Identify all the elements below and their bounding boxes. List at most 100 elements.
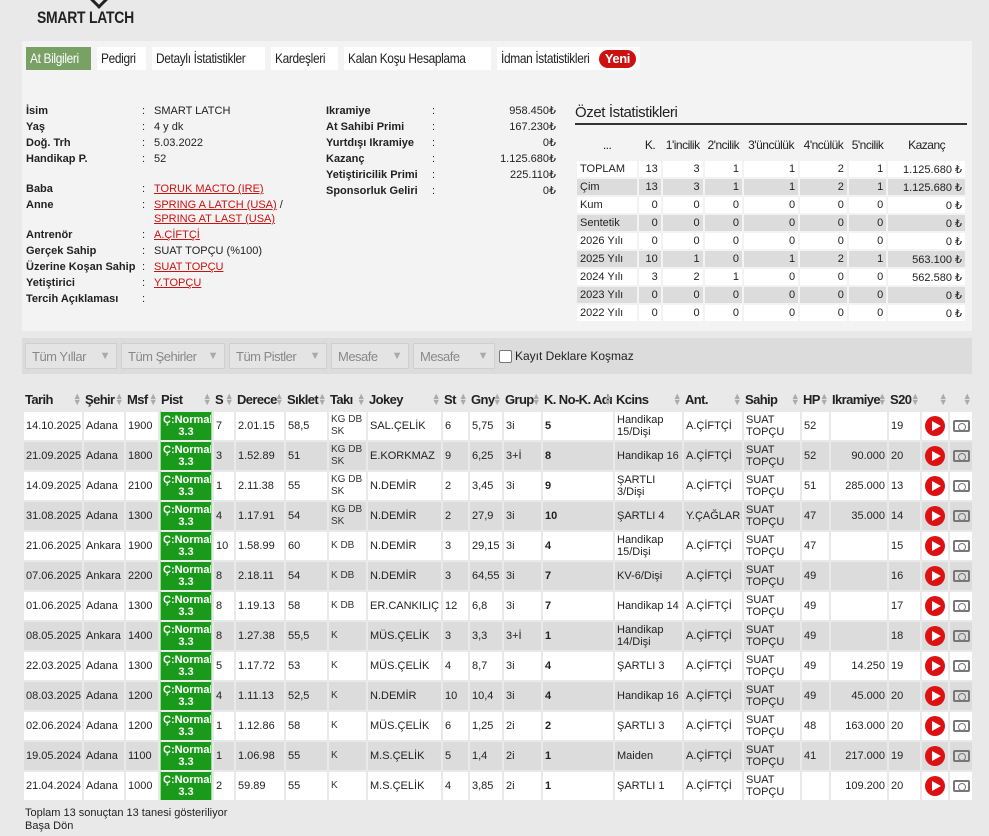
column-header-msf[interactable]: Msf ▲ ▼ <box>126 388 158 410</box>
play-video-icon[interactable] <box>925 776 945 796</box>
play-video-icon[interactable] <box>925 686 945 706</box>
declared-checkbox-label[interactable]: Kayıt Deklare Koşmaz <box>499 349 634 363</box>
sort-arrows-icon[interactable]: ▲ ▼ <box>939 392 948 407</box>
column-header-k-no-k-ad[interactable]: K. No-K. Adı ▲ ▼ <box>543 388 613 410</box>
cell-jockey[interactable]: MÜS.ÇELİK <box>368 650 441 680</box>
sort-arrows-icon[interactable]: ▲ ▼ <box>493 392 502 407</box>
play-video-icon[interactable] <box>925 626 945 646</box>
camera-photo-icon[interactable] <box>952 450 970 462</box>
cell-race-type[interactable]: Handikap 14/Dişi <box>615 620 682 650</box>
info-link[interactable]: SPRING A LATCH (USA) <box>154 199 277 211</box>
tab-detayl-i-statistikler[interactable]: Detaylı İstatistikler <box>152 47 266 70</box>
column-header-ant[interactable]: Ant. ▲ ▼ <box>684 388 742 410</box>
cell-race-type[interactable]: ŞARTLI 3/Dişi <box>615 470 682 500</box>
cell-jockey[interactable]: N.DEMİR <box>368 530 441 560</box>
cell-race-type[interactable]: Handikap 15/Dişi <box>615 530 682 560</box>
column-header-gny[interactable]: Gny ▲ ▼ <box>470 388 502 410</box>
cell-jockey[interactable]: N.DEMİR <box>368 560 441 590</box>
camera-photo-icon[interactable] <box>952 660 970 672</box>
filter-select-t-m-ehirler[interactable]: Tüm Şehirler ▼ <box>121 343 225 369</box>
column-header-action-19[interactable]: ▲ ▼ <box>922 388 948 410</box>
info-link[interactable]: TORUK MACTO (IRE) <box>154 183 264 195</box>
camera-photo-icon[interactable] <box>952 600 970 612</box>
camera-photo-icon[interactable] <box>952 570 970 582</box>
camera-photo-icon[interactable] <box>952 540 970 552</box>
play-video-icon[interactable] <box>925 446 945 466</box>
play-video-icon[interactable] <box>925 476 945 496</box>
tab-kalan-ko-u-hesaplama[interactable]: Kalan Koşu Hesaplama <box>344 47 491 70</box>
sort-arrows-icon[interactable]: ▲ ▼ <box>432 392 441 407</box>
tab-pedigri[interactable]: Pedigri <box>97 47 147 70</box>
info-link[interactable]: SUAT TOPÇU <box>154 261 223 273</box>
column-header-derece[interactable]: Derece ▲ ▼ <box>236 388 284 410</box>
sort-arrows-icon[interactable]: ▲ ▼ <box>115 392 124 407</box>
cell-jockey[interactable]: E.KORKMAZ <box>368 440 441 470</box>
play-video-icon[interactable] <box>925 416 945 436</box>
info-link[interactable]: Y.TOPÇU <box>154 277 201 289</box>
column-header-tarih[interactable]: Tarih ▲ ▼ <box>24 388 82 410</box>
declared-checkbox[interactable] <box>499 349 512 363</box>
camera-photo-icon[interactable] <box>952 630 970 642</box>
back-to-top-link[interactable]: Başa Dön <box>25 820 73 832</box>
column-header-ehir[interactable]: Şehir ▲ ▼ <box>84 388 124 410</box>
cell-race-type[interactable]: ŞARTLI 1 <box>615 770 682 800</box>
camera-photo-icon[interactable] <box>952 510 970 522</box>
cell-jockey[interactable]: N.DEMİR <box>368 470 441 500</box>
play-video-icon[interactable] <box>925 596 945 616</box>
cell-race-type[interactable]: Maiden <box>615 740 682 770</box>
cell-race-type[interactable]: Handikap 16 <box>615 680 682 710</box>
sort-arrows-icon[interactable]: ▲ ▼ <box>963 392 972 407</box>
tab-karde-leri[interactable]: Kardeşleri <box>271 47 339 70</box>
cell-jockey[interactable]: N.DEMİR <box>368 500 441 530</box>
tab-at-bilgileri[interactable]: At Bilgileri <box>26 47 92 70</box>
column-header-sahip[interactable]: Sahip ▲ ▼ <box>744 388 800 410</box>
cell-jockey[interactable]: N.DEMİR <box>368 680 441 710</box>
column-header-tak[interactable]: Takı ▲ ▼ <box>329 388 366 410</box>
column-header-s[interactable]: S ▲ ▼ <box>214 388 234 410</box>
filter-select-mesafe[interactable]: Mesafe ▼ <box>331 343 409 369</box>
cell-race-type[interactable]: ŞARTLI 4 <box>615 500 682 530</box>
sort-arrows-icon[interactable]: ▲ ▼ <box>225 392 234 407</box>
column-header-ikramiye[interactable]: Ikramiye ▲ ▼ <box>831 388 887 410</box>
play-video-icon[interactable] <box>925 746 945 766</box>
camera-photo-icon[interactable] <box>952 750 970 762</box>
column-header-s-klet[interactable]: Sıklet ▲ ▼ <box>286 388 327 410</box>
sort-arrows-icon[interactable]: ▲ ▼ <box>911 392 920 407</box>
sort-arrows-icon[interactable]: ▲ ▼ <box>532 392 541 407</box>
sort-arrows-icon[interactable]: ▲ ▼ <box>149 392 158 407</box>
sort-arrows-icon[interactable]: ▲ ▼ <box>459 392 468 407</box>
sort-arrows-icon[interactable]: ▲ ▼ <box>791 392 800 407</box>
column-header-grup[interactable]: Grup ▲ ▼ <box>504 388 541 410</box>
info-link[interactable]: SPRING AT LAST (USA) <box>154 213 275 225</box>
filter-select-t-m-pistler[interactable]: Tüm Pistler ▼ <box>229 343 327 369</box>
column-header-pist[interactable]: Pist ▲ ▼ <box>160 388 212 410</box>
play-video-icon[interactable] <box>925 506 945 526</box>
column-header-hp[interactable]: HP ▲ ▼ <box>802 388 829 410</box>
play-video-icon[interactable] <box>925 656 945 676</box>
cell-jockey[interactable]: MÜS.ÇELİK <box>368 620 441 650</box>
camera-photo-icon[interactable] <box>952 780 970 792</box>
column-header-s20[interactable]: S20 ▲ ▼ <box>889 388 920 410</box>
camera-photo-icon[interactable] <box>952 420 970 432</box>
column-header-kcins[interactable]: Kcins ▲ ▼ <box>615 388 682 410</box>
column-header-jokey[interactable]: Jokey ▲ ▼ <box>368 388 441 410</box>
cell-race-type[interactable]: Handikap 15/Dişi <box>615 410 682 440</box>
sort-arrows-icon[interactable]: ▲ ▼ <box>733 392 742 407</box>
sort-arrows-icon[interactable]: ▲ ▼ <box>203 392 212 407</box>
sort-arrows-icon[interactable]: ▲ ▼ <box>318 392 327 407</box>
cell-jockey[interactable]: MÜS.ÇELİK <box>368 710 441 740</box>
sort-arrows-icon[interactable]: ▲ ▼ <box>275 392 284 407</box>
camera-photo-icon[interactable] <box>952 720 970 732</box>
camera-photo-icon[interactable] <box>952 480 970 492</box>
sort-arrows-icon[interactable]: ▲ ▼ <box>604 392 613 407</box>
sort-arrows-icon[interactable]: ▲ ▼ <box>357 392 366 407</box>
cell-jockey[interactable]: M.S.ÇELİK <box>368 740 441 770</box>
play-video-icon[interactable] <box>925 536 945 556</box>
filter-select-t-m-y-llar[interactable]: Tüm Yıllar ▼ <box>25 343 117 369</box>
sort-arrows-icon[interactable]: ▲ ▼ <box>878 392 887 407</box>
cell-jockey[interactable]: SAL.ÇELİK <box>368 410 441 440</box>
cell-race-type[interactable]: Handikap 14 <box>615 590 682 620</box>
sort-arrows-icon[interactable]: ▲ ▼ <box>673 392 682 407</box>
camera-photo-icon[interactable] <box>952 690 970 702</box>
cell-race-type[interactable]: Handikap 16 <box>615 440 682 470</box>
